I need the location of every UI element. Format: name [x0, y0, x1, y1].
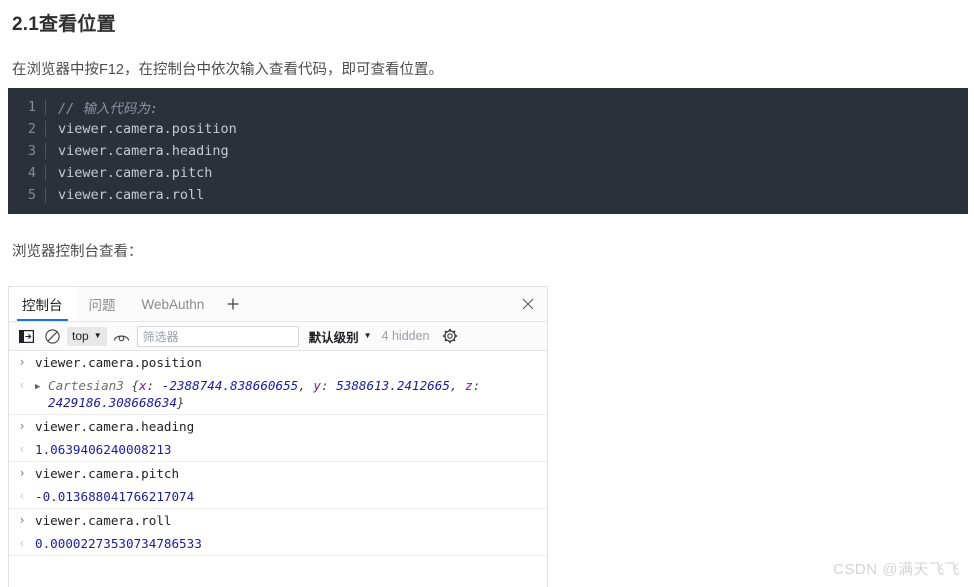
- eye-icon: [114, 334, 130, 341]
- output-marker-icon: ‹: [18, 442, 26, 456]
- sidebar-toggle-icon[interactable]: [15, 326, 37, 346]
- context-label: top: [72, 329, 89, 343]
- object-key-y: y: [313, 378, 322, 393]
- tab-issues[interactable]: 问题: [76, 287, 129, 321]
- console-output-row[interactable]: ‹ ▶ Cartesian3 {x: -2388744.838660655, y…: [9, 374, 547, 415]
- live-expression-icon[interactable]: [111, 326, 133, 346]
- console-input-row[interactable]: › viewer.camera.position: [9, 351, 547, 374]
- code-block: 1 // 输入代码为: 2 viewer.camera.position 3 v…: [8, 88, 968, 214]
- sidebar-icon: [18, 329, 34, 343]
- input-prompt-icon: ›: [18, 513, 26, 527]
- code-line: 5 viewer.camera.roll: [8, 184, 968, 206]
- filter-input[interactable]: 筛选器: [136, 325, 299, 347]
- object-value-z: 2429186.308668634: [48, 395, 177, 410]
- output-marker-icon: ‹: [18, 378, 26, 392]
- tab-webauthn[interactable]: WebAuthn: [129, 287, 218, 321]
- tab-label: 控制台: [22, 298, 63, 313]
- tab-console[interactable]: 控制台: [9, 287, 76, 321]
- object-close-brace: }: [176, 395, 185, 410]
- settings-gear-icon[interactable]: [439, 326, 461, 346]
- console-expression: viewer.camera.heading: [35, 419, 195, 434]
- code-line: 3 viewer.camera.heading: [8, 140, 968, 162]
- console-result-value: 1.0639406240008213: [35, 442, 172, 457]
- object-class-name: Cartesian3: [48, 378, 124, 393]
- console-input-row[interactable]: › viewer.camera.heading: [9, 415, 547, 438]
- chevron-down-icon: ▼: [363, 331, 372, 340]
- page-title: 2.1查看位置: [12, 14, 116, 35]
- object-preview[interactable]: ▶ Cartesian3 {x: -2388744.838660655, y: …: [35, 377, 547, 411]
- line-number: 4: [8, 165, 46, 181]
- close-devtools-button[interactable]: [509, 287, 547, 321]
- devtools-panel: 控制台 问题 WebAuthn top ▼ 筛选器 默认级别 ▼ 4 hidde…: [8, 286, 548, 587]
- code-text: viewer.camera.heading: [58, 143, 229, 159]
- line-number: 2: [8, 121, 46, 137]
- object-value-y: 5388613.2412665: [336, 378, 450, 393]
- hidden-messages-count: 4 hidden: [381, 329, 430, 343]
- console-input-row[interactable]: › viewer.camera.roll: [9, 509, 547, 532]
- log-level-label: 默认级别: [308, 330, 359, 345]
- watermark: CSDN @满天飞飞: [833, 561, 960, 578]
- log-level-selector[interactable]: 默认级别 ▼: [309, 327, 372, 346]
- tab-label: WebAuthn: [141, 296, 205, 312]
- gear-icon: [441, 328, 458, 344]
- filter-placeholder: 筛选器: [142, 329, 179, 344]
- console-output: › viewer.camera.position ‹ ▶ Cartesian3 …: [9, 351, 547, 556]
- chevron-down-icon: ▼: [93, 331, 102, 340]
- code-line: 1 // 输入代码为:: [8, 96, 968, 118]
- object-value-x: -2388744.838660655: [161, 378, 299, 393]
- add-tab-button[interactable]: [217, 287, 249, 321]
- circle-slash-icon: [44, 328, 60, 344]
- input-prompt-icon: ›: [18, 355, 26, 369]
- console-output-row[interactable]: ‹ 0.00002273530734786533: [9, 532, 547, 556]
- code-line: 2 viewer.camera.position: [8, 118, 968, 140]
- console-output-row[interactable]: ‹ 1.0639406240008213: [9, 438, 547, 462]
- code-text: // 输入代码为:: [58, 101, 159, 117]
- execution-context-selector[interactable]: top ▼: [67, 326, 107, 346]
- console-result-value: 0.00002273530734786533: [35, 536, 202, 551]
- object-key-z: z: [465, 378, 473, 393]
- output-marker-icon: ‹: [18, 489, 26, 503]
- console-input-row[interactable]: › viewer.camera.pitch: [9, 462, 547, 485]
- tab-label: 问题: [88, 298, 116, 313]
- expand-triangle-icon[interactable]: ▶: [35, 377, 48, 397]
- line-number: 5: [8, 187, 46, 203]
- line-number: 3: [8, 143, 46, 159]
- console-output-row[interactable]: ‹ -0.013688041766217074: [9, 485, 547, 509]
- code-line: 4 viewer.camera.pitch: [8, 162, 968, 184]
- input-prompt-icon: ›: [18, 419, 26, 433]
- console-caption: 浏览器控制台查看：: [12, 244, 143, 260]
- code-text: viewer.camera.position: [58, 121, 237, 137]
- console-expression: viewer.camera.pitch: [35, 466, 180, 481]
- object-key-x: x: [139, 378, 147, 393]
- devtools-tabbar: 控制台 问题 WebAuthn: [9, 287, 547, 322]
- close-icon: [522, 298, 534, 310]
- code-text: viewer.camera.roll: [58, 187, 205, 203]
- console-toolbar: top ▼ 筛选器 默认级别 ▼ 4 hidden: [9, 322, 547, 351]
- console-expression: viewer.camera.roll: [35, 513, 172, 528]
- console-result-value: -0.013688041766217074: [35, 489, 195, 504]
- line-number: 1: [8, 99, 46, 115]
- clear-console-icon[interactable]: [41, 326, 63, 346]
- plus-icon: [227, 298, 239, 310]
- object-open-brace: {: [123, 378, 139, 393]
- intro-paragraph: 在浏览器中按F12，在控制台中依次输入查看代码，即可查看位置。: [12, 62, 443, 78]
- object-text: Cartesian3 {x: -2388744.838660655, y: 53…: [48, 378, 481, 410]
- article-body: 2.1查看位置 在浏览器中按F12，在控制台中依次输入查看代码，即可查看位置。: [0, 0, 974, 80]
- input-prompt-icon: ›: [18, 466, 26, 480]
- code-text: viewer.camera.pitch: [58, 165, 213, 181]
- output-marker-icon: ‹: [18, 536, 26, 550]
- console-expression: viewer.camera.position: [35, 355, 202, 370]
